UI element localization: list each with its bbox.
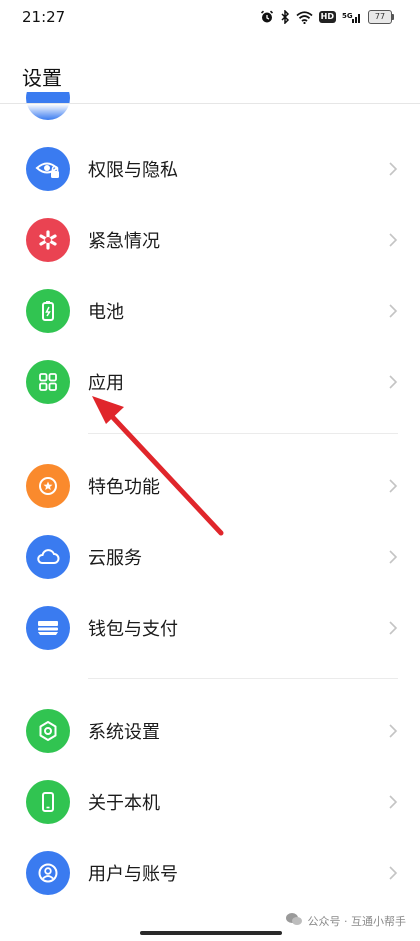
watermark-text: 公众号 · 互通小帮手: [307, 914, 407, 928]
home-indicator[interactable]: [140, 931, 282, 935]
apps-grid-icon: [26, 360, 70, 404]
hexagon-gear-icon: [26, 709, 70, 753]
wechat-icon: [285, 912, 303, 929]
chevron-right-icon: [389, 795, 398, 809]
asterisk-icon: [26, 218, 70, 262]
settings-item-features[interactable]: 特色功能: [0, 454, 420, 518]
chevron-right-icon: [389, 162, 398, 176]
chevron-right-icon: [389, 233, 398, 247]
settings-item-label: 系统设置: [88, 722, 160, 743]
settings-item-system[interactable]: 系统设置: [0, 699, 420, 763]
signal-icon: 5G: [342, 11, 362, 24]
settings-item-label: 云服务: [88, 548, 142, 569]
settings-item-accounts[interactable]: 用户与账号: [0, 841, 420, 905]
settings-item-wallet[interactable]: 钱包与支付: [0, 596, 420, 660]
battery-level: 77: [368, 10, 392, 24]
settings-item-about[interactable]: 关于本机: [0, 770, 420, 834]
status-time: 21:27: [22, 8, 66, 26]
status-icons: HD 5G 77: [260, 10, 394, 24]
group-divider: [88, 433, 398, 434]
settings-item-label: 应用: [88, 373, 124, 394]
chevron-right-icon: [389, 375, 398, 389]
settings-item-label: 关于本机: [88, 793, 160, 814]
settings-item-battery[interactable]: 电池: [0, 279, 420, 343]
chevron-right-icon: [389, 724, 398, 738]
settings-item-privacy[interactable]: 权限与隐私: [0, 137, 420, 201]
settings-item-label: 特色功能: [88, 477, 160, 498]
phone-icon: [26, 780, 70, 824]
settings-item-cloud[interactable]: 云服务: [0, 525, 420, 589]
user-icon: [26, 851, 70, 895]
alarm-icon: [260, 10, 274, 24]
settings-item-apps[interactable]: 应用: [0, 350, 420, 414]
watermark: 公众号 · 互通小帮手: [285, 912, 407, 929]
chevron-right-icon: [389, 550, 398, 564]
settings-item-label: 电池: [88, 302, 124, 323]
chevron-right-icon: [389, 304, 398, 318]
hd-badge: HD: [318, 11, 336, 23]
status-bar: 21:27 HD 5G 77: [0, 0, 420, 34]
chevron-right-icon: [389, 479, 398, 493]
settings-item-emergency[interactable]: 紧急情况: [0, 208, 420, 272]
group-divider: [88, 678, 398, 679]
chevron-right-icon: [389, 621, 398, 635]
settings-item-label: 钱包与支付: [88, 619, 178, 640]
wallet-icon: [26, 606, 70, 650]
battery-icon: [26, 289, 70, 333]
settings-item-label: 用户与账号: [88, 864, 178, 885]
chevron-right-icon: [389, 866, 398, 880]
svg-text:5G: 5G: [342, 12, 353, 20]
star-badge-icon: [26, 464, 70, 508]
battery-tip: [392, 14, 394, 20]
battery-indicator: 77: [368, 10, 394, 24]
bluetooth-icon: [280, 10, 290, 24]
cloud-icon: [26, 535, 70, 579]
scroll-fade: [0, 104, 420, 120]
wifi-icon: [296, 10, 313, 24]
page-title: 设置: [22, 66, 62, 90]
eye-lock-icon: [26, 147, 70, 191]
settings-item-label: 紧急情况: [88, 231, 160, 252]
settings-item-label: 权限与隐私: [88, 160, 178, 181]
